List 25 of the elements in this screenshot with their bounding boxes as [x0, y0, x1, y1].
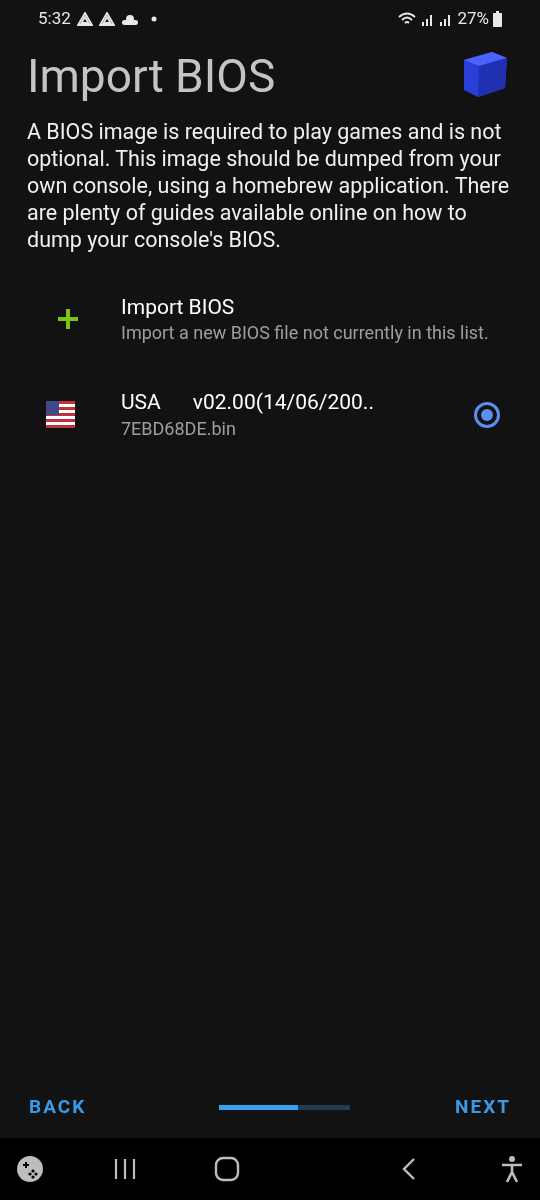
gamepad-icon[interactable] [16, 1155, 44, 1183]
item-subtitle: Import a new BIOS file not currently in this list. [121, 321, 490, 344]
triangle-icon [98, 12, 115, 26]
home-icon[interactable] [214, 1156, 240, 1182]
radio-button[interactable] [474, 401, 500, 428]
cube-icon [462, 50, 508, 98]
dot-icon [150, 16, 157, 22]
bios-region: USA [121, 389, 161, 416]
weather-icon [120, 12, 139, 26]
page-title: Import BIOS [27, 48, 276, 104]
recent-apps-icon[interactable] [113, 1158, 137, 1180]
battery-icon [493, 11, 502, 27]
status-time: 5:32 [38, 7, 71, 31]
flag-icon [46, 401, 75, 428]
bios-version: v02.00(14/06/200.. [192, 389, 374, 416]
next-button[interactable]: NEXT [455, 1092, 511, 1122]
bios-file: 7EBD68DE.bin [121, 417, 237, 441]
back-icon[interactable] [401, 1157, 417, 1181]
battery-percent: 27% [457, 7, 489, 31]
description: A BIOS image is required to play games and is not optional. This image should be dumped from your own console, using a homebrew application. There are plenty of guides available online on how to dump your console's BIOS. [26, 118, 511, 253]
back-button[interactable]: BACK [29, 1092, 87, 1122]
plus-icon [56, 306, 80, 331]
item-title[interactable]: Import BIOS [121, 293, 500, 321]
triangle-icon [76, 12, 93, 26]
accessibility-icon[interactable] [500, 1155, 524, 1183]
